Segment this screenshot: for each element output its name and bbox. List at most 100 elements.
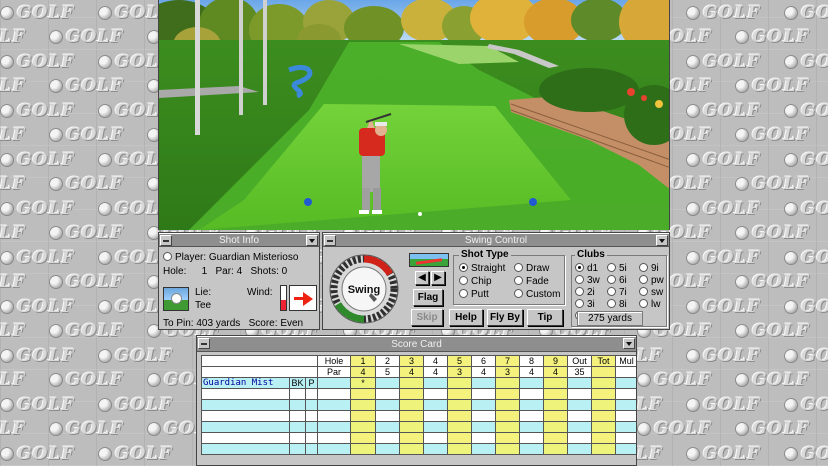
next-arrow-button[interactable]: ▶ [431,271,445,285]
wallpaper-tile: GOLF [0,417,49,442]
score-row [201,399,636,411]
score-row: Guardian Mist BK P * [201,377,636,389]
shot-type-option[interactable]: Putt [459,289,489,300]
hole-number: 3 [399,355,424,367]
golf-ball-icon [686,103,700,118]
wallpaper-word: GOLF [66,321,124,341]
score-card-system-menu-icon[interactable] [198,338,210,349]
club-option[interactable]: 7i [607,287,627,298]
wallpaper-tile: GOLF [735,417,828,442]
score-cell [305,410,318,422]
wallpaper-word: GOLF [115,443,173,464]
golf-ball-icon [735,275,749,289]
club-option[interactable]: 6i [607,275,627,286]
golf-ball-icon [98,299,112,314]
swing-control-title: Swing Control [464,235,528,246]
wallpaper-word: GOLF [703,296,761,317]
shot-type-option[interactable]: Straight [459,263,505,274]
wallpaper-tile: GOLF [0,49,98,74]
wallpaper-tile: GOLF [0,172,49,197]
shot-type-option[interactable]: Chip [459,276,492,287]
wallpaper-tile: GOLF [0,343,98,368]
wallpaper-tile: GOLF [784,147,828,172]
wallpaper-tile: GOLF [784,245,828,270]
club-option[interactable]: 3w [575,275,600,286]
club-label: 5i [619,263,627,274]
wallpaper-word: GOLF [115,394,173,415]
wallpaper-word: GOLF [703,394,761,415]
wallpaper-word: GOLF [752,419,810,439]
fly-by-button[interactable]: Fly By [487,309,523,326]
wallpaper-word: GOLF [17,247,75,268]
wallpaper-word: GOLF [0,370,26,390]
score-cell [591,421,616,433]
swing-control-dropdown-icon[interactable] [656,235,668,246]
score-cell [350,432,376,444]
skip-button[interactable]: Skip [411,309,443,326]
golf-course-view [158,0,670,230]
wallpaper-tile: GOLF [735,270,828,295]
wind-direction-icon [289,285,317,311]
wallpaper-word: GOLF [0,223,26,243]
wallpaper-tile: GOLF [735,319,828,344]
wallpaper-tile: GOLF [49,172,147,197]
shot-info-system-menu-icon[interactable] [160,235,172,246]
club-option[interactable]: 3i [575,299,595,310]
club-option[interactable]: d1 [575,263,598,274]
score-cell [495,388,520,400]
shot-type-option[interactable]: Fade [514,276,549,287]
score-cell [567,421,592,433]
score-label: Score: [248,318,278,329]
score-cell [399,443,424,455]
golf-ball-icon [784,152,798,167]
swing-meter[interactable]: Swing [327,251,401,327]
club-label: 2i [587,287,595,298]
club-option[interactable]: sw [639,287,663,298]
score-cell [423,410,448,422]
club-option[interactable]: 5i [607,263,627,274]
shot-type-option[interactable]: Draw [514,263,549,274]
score-cell [519,388,544,400]
hole-row: Hole: 1 Par: 4 Shots: 0 [163,266,287,277]
prev-arrow-button[interactable]: ◀ [415,271,429,285]
score-cell [543,410,568,422]
score-card-panel: Score Card Hole 1 2 3 4 5 6 7 8 9 Out Tot Mul Par 4 5 4 4… [196,335,637,466]
wallpaper-tile: GOLF [0,270,49,295]
score-cell [375,399,400,411]
flag-button[interactable]: Flag [413,289,443,306]
golf-ball-icon [98,54,112,69]
score-cell [495,377,520,389]
club-label: 7i [619,287,627,298]
tip-button[interactable]: Tip [527,309,563,326]
wallpaper-word: GOLF [703,149,761,170]
player-radio-icon[interactable] [163,252,172,261]
help-button[interactable]: Help [449,309,483,326]
club-option[interactable]: lw [639,299,660,310]
club-option[interactable]: 8i [607,299,627,310]
golf-ball-icon [0,397,14,412]
shot-info-dropdown-icon[interactable] [306,235,318,246]
course-scene [159,0,669,230]
club-option[interactable]: pw [639,275,664,286]
score-cell [495,399,520,411]
golf-ball-icon [98,152,112,167]
wallpaper-tile: GOLF [735,172,828,197]
club-option[interactable]: 2i [575,287,595,298]
wallpaper-word: GOLF [801,345,828,366]
score-card-dropdown-icon[interactable] [623,338,635,349]
score-cell [567,399,592,411]
wallpaper-word: GOLF [752,321,810,341]
player-name: Guardian Misterioso [208,252,299,263]
golf-ball-icon [49,324,63,338]
swing-control-system-menu-icon[interactable] [324,235,336,246]
score-cell [471,377,496,389]
golf-ball-icon [784,446,798,461]
score-cell [471,443,496,455]
score-cell [567,410,592,422]
score-cell [305,443,318,455]
club-option[interactable]: 9i [639,263,659,274]
shot-type-option[interactable]: Custom [514,289,560,300]
radio-icon [514,276,523,285]
hole-label: Hole: [163,266,187,277]
score-cell [317,432,351,444]
